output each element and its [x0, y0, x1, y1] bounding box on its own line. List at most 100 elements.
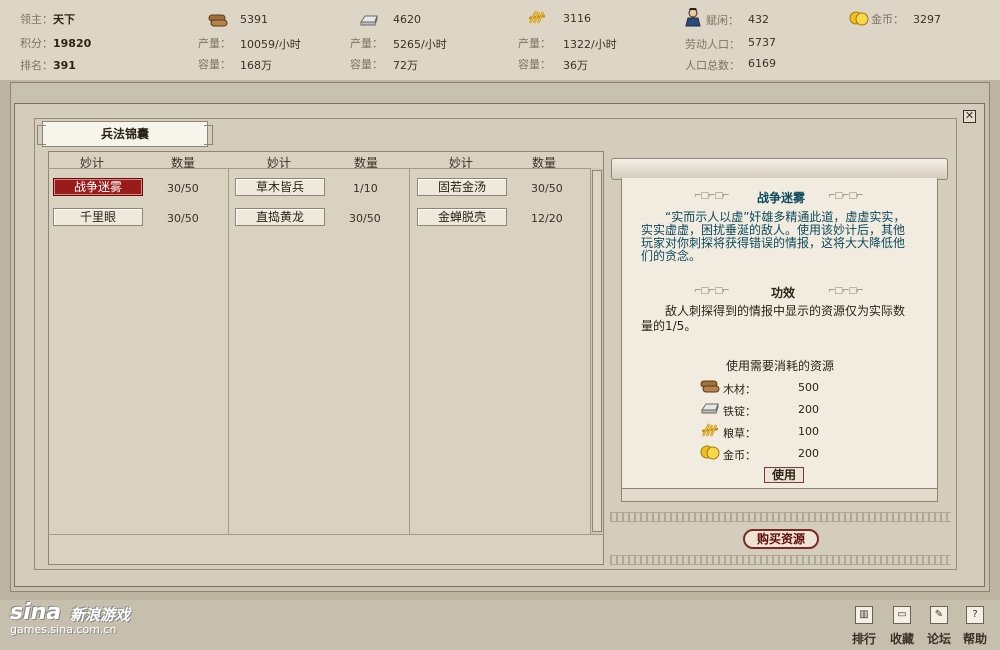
- scrollbar-thumb[interactable]: [592, 170, 602, 532]
- scroll-bottom-roller: [621, 488, 938, 502]
- tactic-quantity: 12/20: [531, 212, 563, 225]
- rank-stat: 排名：391: [20, 57, 76, 73]
- bookmark-label: 收藏: [889, 632, 914, 646]
- tactic-button[interactable]: 金蝉脱壳: [417, 208, 507, 226]
- tactic-quantity: 30/50: [349, 212, 381, 225]
- ornament-border: [610, 512, 951, 522]
- rank-label: 排名：: [20, 59, 53, 72]
- iron-ingot-icon: [360, 15, 378, 26]
- cost-value: 200: [798, 403, 819, 416]
- tactic-button[interactable]: 草木皆兵: [235, 178, 325, 196]
- total-population-label: 人口总数：: [685, 59, 740, 72]
- use-button[interactable]: 使用: [764, 467, 804, 483]
- tactic-quantity: 30/50: [531, 182, 563, 195]
- tactic-quantity: 30/50: [167, 212, 199, 225]
- idle-value: 432: [748, 13, 769, 26]
- gold-label: 金币：: [871, 13, 904, 26]
- lord-value: 天下: [53, 13, 75, 26]
- tactic-quantity: 1/10: [353, 182, 378, 195]
- idle-label: 赋闲：: [706, 14, 739, 27]
- score-value: 19820: [53, 37, 92, 50]
- tactic-description: “实而示人以虚”奸雄多精通此道，虚虚实实，实实虚虚，困扰垂涎的敌人。使用该妙计后…: [641, 210, 906, 263]
- logo-chinese: 新浪游戏: [70, 606, 131, 624]
- tactic-button[interactable]: 战争迷雾: [53, 178, 143, 196]
- cost-label: 粮草：: [723, 427, 756, 440]
- ranking-button[interactable]: ▥ 排行: [849, 606, 879, 647]
- column-divider: [409, 168, 410, 534]
- grain-icon: [528, 10, 546, 24]
- ornament-right: ⌐□⌐□⌐: [828, 286, 864, 296]
- idle-person-icon: [685, 8, 701, 27]
- labor-value: 5737: [748, 36, 776, 49]
- logo-sina: sina: [10, 600, 62, 625]
- grain-icon: [701, 423, 719, 437]
- cost-label: 木材：: [723, 383, 756, 396]
- forum-icon: ✎: [930, 606, 948, 624]
- labor-label: 劳动人口：: [685, 38, 740, 51]
- iron-production-value: 5265/小时: [393, 38, 447, 51]
- iron-value: 4620: [393, 13, 421, 26]
- cost-value: 200: [798, 447, 819, 460]
- iron-ingot-icon: [701, 403, 719, 414]
- resource-header: 领主：天下 积分：19820 排名：391 5391 产量： 10059/小时 …: [0, 0, 1000, 80]
- score-label: 积分：: [20, 37, 53, 50]
- gold-value: 3297: [913, 13, 941, 26]
- wood-icon: [700, 380, 720, 393]
- cost-label: 金币：: [723, 449, 756, 462]
- cost-value: 100: [798, 425, 819, 438]
- tactic-detail-title: 战争迷雾: [757, 191, 806, 205]
- iron-production-label: 产量：: [350, 37, 383, 50]
- header-divider: [48, 168, 591, 169]
- ornament-right: ⌐□⌐□⌐: [828, 191, 864, 201]
- sina-games-logo[interactable]: sina 新浪游戏 games.sina.com.cn: [10, 598, 180, 640]
- table-bottom-divider: [48, 534, 604, 535]
- bookmark-folder-icon: ▭: [893, 606, 911, 624]
- cost-label: 铁锭：: [723, 405, 756, 418]
- ornament-border: [610, 555, 951, 565]
- cost-header: 使用需要消耗的资源: [726, 359, 835, 373]
- cost-value: 500: [798, 381, 819, 394]
- wood-production-label: 产量：: [198, 37, 231, 50]
- wood-capacity-value: 168万: [240, 59, 272, 72]
- lord-label: 领主：: [20, 13, 53, 26]
- ranking-label: 排行: [851, 632, 876, 646]
- rank-value: 391: [53, 59, 76, 72]
- help-button[interactable]: ? 帮助: [960, 606, 990, 647]
- bookmark-button[interactable]: ▭ 收藏: [887, 606, 917, 647]
- effect-title: 功效: [771, 286, 796, 300]
- forum-label: 论坛: [926, 632, 951, 646]
- iron-capacity-label: 容量：: [350, 58, 383, 71]
- gold-coin-icon: [849, 11, 869, 26]
- score-stat: 积分：19820: [20, 35, 91, 51]
- forum-button[interactable]: ✎ 论坛: [924, 606, 954, 647]
- ornament-left: ⌐□⌐□⌐: [694, 191, 730, 201]
- wood-production-value: 10059/小时: [240, 38, 301, 51]
- ranking-icon: ▥: [855, 606, 873, 624]
- grain-production-label: 产量：: [518, 37, 551, 50]
- logo-url: games.sina.com.cn: [10, 623, 117, 636]
- panel-title-tab[interactable]: 兵法锦囊: [37, 121, 213, 147]
- effect-text: 敌人刺探得到的情报中显示的资源仅为实际数量的1/5。: [641, 304, 906, 333]
- tactic-button[interactable]: 固若金汤: [417, 178, 507, 196]
- grain-production-value: 1322/小时: [563, 38, 617, 51]
- table-scrollbar[interactable]: [590, 168, 603, 534]
- total-population-value: 6169: [748, 57, 776, 70]
- buy-resources-button[interactable]: 购买资源: [743, 529, 819, 549]
- wood-icon: [208, 14, 228, 27]
- wood-capacity-label: 容量：: [198, 58, 231, 71]
- wood-value: 5391: [240, 13, 268, 26]
- column-divider: [228, 168, 229, 534]
- scroll-top-roller: [611, 158, 948, 180]
- gold-coin-icon: [700, 445, 720, 460]
- help-icon: ?: [966, 606, 984, 624]
- wood-production: 产量：: [198, 35, 231, 51]
- close-button[interactable]: ✕: [963, 110, 976, 123]
- tactic-quantity: 30/50: [167, 182, 199, 195]
- lord-stat: 领主：天下: [20, 11, 75, 27]
- help-label: 帮助: [962, 632, 987, 646]
- ornament-left: ⌐□⌐□⌐: [694, 286, 730, 296]
- tactic-button[interactable]: 直捣黄龙: [235, 208, 325, 226]
- grain-capacity-value: 36万: [563, 59, 588, 72]
- tactic-button[interactable]: 千里眼: [53, 208, 143, 226]
- iron-capacity-value: 72万: [393, 59, 418, 72]
